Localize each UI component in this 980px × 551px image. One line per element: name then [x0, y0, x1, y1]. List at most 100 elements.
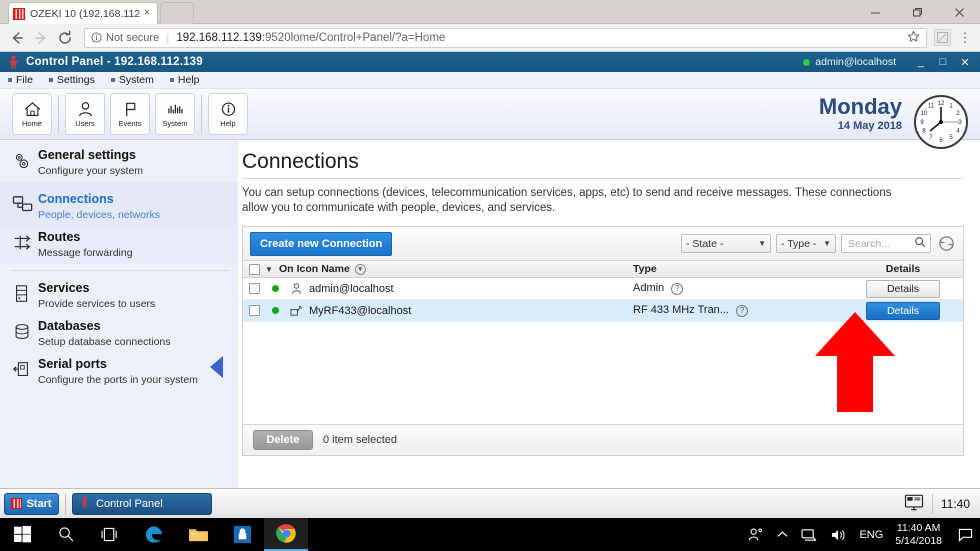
sidebar-item-routes[interactable]: Routes Message forwarding [0, 226, 238, 264]
notifications-icon[interactable] [954, 528, 976, 542]
sidebar-item-sub: Setup database connections [38, 336, 171, 348]
sidebar-item-connections[interactable]: Connections People, devices, networks [0, 182, 238, 226]
edge-button[interactable] [132, 518, 176, 551]
svg-text:6: 6 [939, 138, 943, 144]
task-view-button[interactable] [88, 518, 132, 551]
show-hidden-icons-chevron-icon[interactable] [776, 529, 789, 540]
row-checkbox[interactable] [243, 305, 265, 316]
bookmark-star-icon[interactable] [901, 29, 920, 46]
search-input[interactable] [846, 236, 914, 251]
sidebar-serial-ports-text: Serial ports Configure the ports in your… [38, 357, 232, 387]
help-question-icon[interactable]: ? [736, 304, 749, 317]
toolbar-users-button[interactable]: Users [65, 93, 105, 135]
address-bar[interactable]: Not secure | 192.168.112.139 :9520lome/C… [84, 27, 927, 48]
network-icon[interactable] [801, 528, 818, 542]
chrome-icon [275, 524, 296, 543]
new-tab-button[interactable] [159, 2, 195, 24]
checkbox-icon[interactable] [248, 283, 260, 294]
app-close-button[interactable]: ✕ [954, 53, 976, 71]
toolbar-system-button[interactable]: System [155, 93, 195, 135]
database-icon [12, 319, 38, 349]
network-icon [12, 192, 38, 222]
svg-text:5: 5 [949, 135, 953, 141]
chrome-button[interactable] [264, 518, 308, 551]
search-icon[interactable] [914, 236, 926, 251]
windows-start-button[interactable] [0, 518, 44, 551]
menu-settings[interactable]: Settings [48, 74, 95, 86]
menu-system[interactable]: System [110, 74, 154, 86]
sidebar-item-services[interactable]: Services Provide services to users [0, 277, 238, 315]
logged-in-user-label: admin@localhost [815, 56, 896, 68]
ozeki-taskbar-clock[interactable]: 11:40 [941, 497, 970, 511]
menu-file[interactable]: File [8, 74, 33, 86]
select-all-checkbox[interactable] [243, 263, 265, 275]
browser-close-button[interactable] [938, 0, 980, 24]
create-new-connection-button[interactable]: Create new Connection [250, 231, 393, 256]
app-title-bar: Control Panel - 192.168.112.139 admin@lo… [0, 52, 980, 72]
reload-button[interactable] [54, 27, 76, 49]
table-row[interactable]: admin@localhost Admin ? Details [243, 278, 963, 300]
analog-clock-icon: 12 1 2 345 678 9 10 11 [914, 95, 968, 149]
chevron-down-icon: ▼ [758, 239, 766, 248]
forward-button[interactable] [30, 27, 52, 49]
row-type-label: RF 433 MHz Tran... [633, 304, 729, 317]
row-type-cell: RF 433 MHz Tran... ? [633, 304, 843, 317]
sidebar-item-title: Databases [38, 319, 101, 333]
windows-clock[interactable]: 11:40 AM 5/14/2018 [895, 522, 942, 548]
sidebar-item-databases[interactable]: Databases Setup database connections [0, 315, 238, 353]
sidebar-item-general-settings[interactable]: General settings Configure your system [0, 144, 238, 182]
sidebar: General settings Configure your system C… [0, 140, 238, 505]
sidebar-item-title: Services [38, 281, 90, 295]
date-full: 14 May 2018 [837, 120, 902, 132]
app-maximize-button[interactable]: □ [932, 53, 954, 71]
language-indicator[interactable]: ENG [859, 529, 883, 541]
row-status-indicator [265, 307, 285, 314]
svg-text:7: 7 [929, 135, 933, 141]
delete-button[interactable]: Delete [253, 430, 313, 450]
ozeki-system-tray: 11:40 [904, 493, 976, 514]
help-question-icon[interactable]: ? [671, 282, 684, 295]
sidebar-item-sub: Configure the ports in your system [38, 374, 198, 386]
row-name: admin@localhost [309, 282, 394, 295]
refresh-button[interactable] [936, 234, 956, 254]
state-filter-dropdown[interactable]: - State - ▼ [681, 234, 771, 253]
app-minimize-button[interactable]: _ [910, 53, 932, 71]
sidebar-connections-text: Connections People, devices, networks [38, 192, 232, 222]
volume-icon[interactable] [830, 528, 847, 542]
store-button[interactable] [220, 518, 264, 551]
ozeki-start-button[interactable]: Start [4, 492, 59, 515]
header-icon-label: Icon [296, 263, 319, 275]
row-checkbox[interactable] [243, 283, 265, 294]
taskbar-item-control-panel[interactable]: Control Panel [72, 492, 212, 515]
sidebar-item-serial-ports[interactable]: Serial ports Configure the ports in your… [0, 353, 238, 391]
row-type-cell: Admin ? [633, 282, 843, 295]
checkbox-icon[interactable] [248, 305, 260, 316]
sort-descending-icon[interactable]: ▾ [354, 263, 366, 275]
sidebar-item-sub: Provide services to users [38, 298, 156, 310]
back-button[interactable] [6, 27, 28, 49]
chrome-menu-icon[interactable]: ⋮ [956, 31, 974, 44]
details-button[interactable]: Details [866, 279, 940, 298]
header-dropdown-icon[interactable]: ▼ [265, 265, 279, 274]
checkbox-icon[interactable] [248, 263, 260, 275]
ozeki-control-panel-window: Control Panel - 192.168.112.139 admin@lo… [0, 52, 980, 505]
browser-tab-title: OZEKI 10 (192.168.112.1 [30, 7, 141, 20]
taskbar-search-button[interactable] [44, 518, 88, 551]
people-icon[interactable] [747, 527, 764, 542]
browser-minimize-button[interactable] [854, 0, 896, 24]
toolbar-help-button[interactable]: Help [208, 93, 248, 135]
search-container[interactable] [841, 234, 931, 253]
table-header-row: ▼ On Icon Name ▾ Type Details [243, 261, 963, 278]
tray-monitor-icon[interactable] [904, 494, 924, 514]
extension-icon[interactable] [934, 29, 951, 46]
browser-maximize-button[interactable] [896, 0, 938, 24]
sidebar-item-title: Connections [38, 192, 114, 206]
toolbar-home-button[interactable]: Home [12, 93, 52, 135]
close-tab-icon[interactable]: × [141, 7, 153, 20]
type-filter-dropdown[interactable]: - Type - ▼ [776, 234, 836, 253]
toolbar-group-home: Home [6, 93, 58, 135]
menu-help[interactable]: Help [169, 74, 200, 86]
file-explorer-button[interactable] [176, 518, 220, 551]
toolbar-events-button[interactable]: Events [110, 93, 150, 135]
browser-tab[interactable]: OZEKI 10 (192.168.112.1 × [8, 2, 158, 24]
